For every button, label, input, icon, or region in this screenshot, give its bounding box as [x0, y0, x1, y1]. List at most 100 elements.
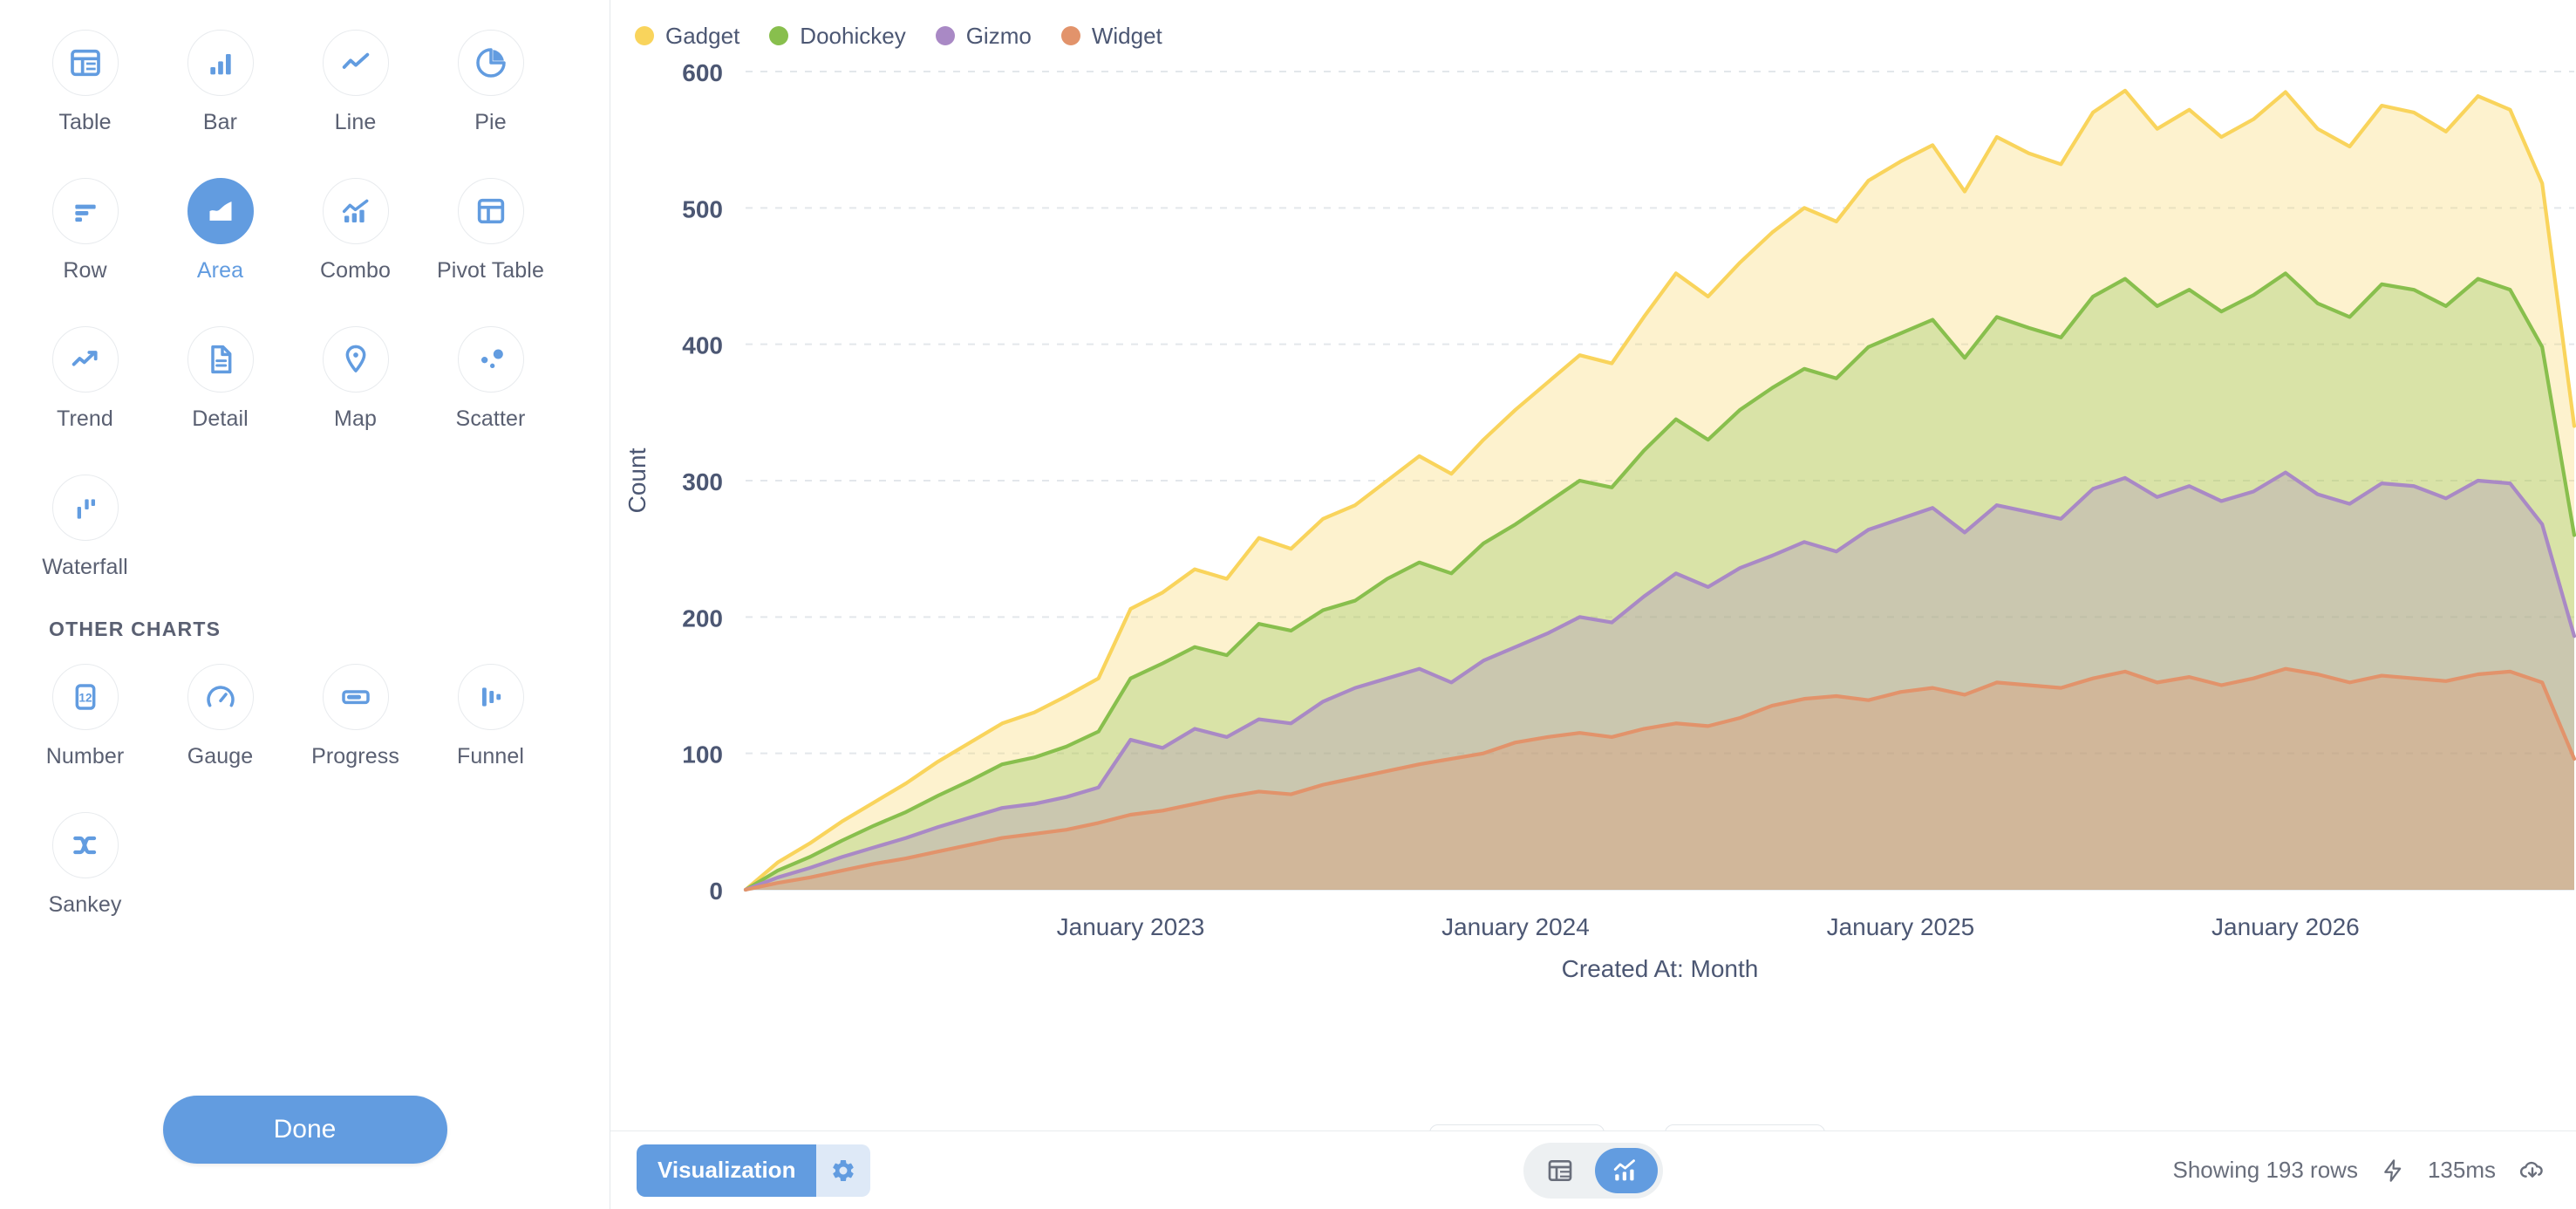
scatter-icon-circle — [458, 326, 524, 393]
pivot-table-icon — [474, 194, 508, 229]
other-chart-label: Number — [46, 744, 125, 769]
line-chart-icon — [338, 45, 373, 80]
y-axis-tick: 500 — [682, 195, 723, 222]
chart-type-label: Pie — [474, 110, 506, 135]
y-axis-tick: 600 — [682, 59, 723, 86]
cloud-download-icon[interactable] — [2518, 1157, 2546, 1185]
visualization-button[interactable]: Visualization — [637, 1144, 816, 1197]
done-button[interactable]: Done — [163, 1096, 447, 1164]
other-chart-funnel[interactable]: Funnel — [423, 650, 558, 798]
legend-label: Widget — [1092, 23, 1162, 50]
chart-type-label: Area — [197, 258, 243, 283]
y-axis-tick: 200 — [682, 604, 723, 632]
map-pin-icon-circle — [323, 326, 389, 393]
chart-panel: Gadget Doohickey Gizmo Widget 0100200300… — [610, 0, 2576, 1209]
chart-type-area[interactable]: Area — [153, 164, 288, 312]
chart-type-label: Trend — [57, 406, 113, 432]
number-icon-circle: 12 — [52, 664, 119, 730]
legend-item[interactable]: Gizmo — [936, 23, 1032, 50]
x-axis-title: Created At: Month — [1562, 955, 1759, 982]
other-chart-progress[interactable]: Progress — [288, 650, 423, 798]
legend-item[interactable]: Gadget — [635, 23, 739, 50]
waterfall-icon — [68, 490, 103, 525]
gauge-icon-circle — [187, 664, 254, 730]
chart-view-toggle[interactable] — [1595, 1148, 1658, 1193]
y-axis-tick: 300 — [682, 468, 723, 495]
bar-chart-icon — [203, 45, 238, 80]
chart-type-row[interactable]: Row — [17, 164, 153, 312]
chart-type-label: Line — [335, 110, 377, 135]
bottom-toolbar: Visualization — [610, 1130, 2576, 1209]
other-chart-label: Gauge — [187, 744, 254, 769]
detail-icon — [203, 342, 238, 377]
query-duration-label: 135ms — [2428, 1157, 2496, 1184]
table-icon-circle — [52, 30, 119, 96]
funnel-icon — [474, 680, 508, 714]
chart-type-pie[interactable]: Pie — [423, 16, 558, 164]
map-pin-icon — [338, 342, 373, 377]
y-axis-tick: 400 — [682, 332, 723, 359]
chart-type-grid: Table Bar Line Pie Row — [0, 0, 610, 609]
y-axis-tick: 100 — [682, 741, 723, 768]
number-icon: 12 — [68, 680, 103, 714]
area-chart-svg[interactable]: 0100200300400500600January 2023January 2… — [610, 52, 2576, 1003]
row-count-label: Showing 193 rows — [2172, 1157, 2357, 1184]
legend-item[interactable]: Widget — [1061, 23, 1162, 50]
chart-type-trend[interactable]: Trend — [17, 312, 153, 461]
visualization-button-group: Visualization — [637, 1144, 870, 1197]
sankey-icon-circle — [52, 812, 119, 878]
scatter-icon — [474, 342, 508, 377]
chart-type-scatter[interactable]: Scatter — [423, 312, 558, 461]
chart-type-label: Detail — [192, 406, 249, 432]
row-chart-icon — [68, 194, 103, 229]
svg-text:12: 12 — [78, 691, 92, 704]
table-view-toggle[interactable] — [1529, 1148, 1591, 1193]
other-charts-heading: OTHER CHARTS — [49, 618, 610, 641]
other-chart-gauge[interactable]: Gauge — [153, 650, 288, 798]
chart-type-label: Pivot Table — [437, 258, 544, 283]
chart-type-label: Bar — [203, 110, 237, 135]
area-chart-icon — [203, 194, 238, 229]
table-icon — [1546, 1157, 1574, 1185]
trend-icon — [68, 342, 103, 377]
funnel-icon-circle — [458, 664, 524, 730]
y-axis-title: Count — [624, 447, 651, 513]
chart-type-map[interactable]: Map — [288, 312, 423, 461]
waterfall-icon-circle — [52, 475, 119, 541]
sankey-icon — [68, 828, 103, 863]
chart-type-line[interactable]: Line — [288, 16, 423, 164]
result-view-toggle — [1523, 1143, 1663, 1199]
chart-type-combo[interactable]: Combo — [288, 164, 423, 312]
bar-chart-icon-circle — [187, 30, 254, 96]
query-status: Showing 193 rows 135ms — [2172, 1157, 2576, 1185]
lightning-bolt-icon — [2381, 1158, 2405, 1183]
combo-chart-icon — [1612, 1156, 1641, 1185]
chart-type-detail[interactable]: Detail — [153, 312, 288, 461]
chart-type-waterfall[interactable]: Waterfall — [17, 461, 153, 609]
legend-item[interactable]: Doohickey — [769, 23, 905, 50]
legend-label: Gizmo — [966, 23, 1032, 50]
pivot-table-icon-circle — [458, 178, 524, 244]
other-chart-sankey[interactable]: Sankey — [17, 798, 153, 946]
progress-icon — [338, 680, 373, 714]
area-chart[interactable]: 0100200300400500600January 2023January 2… — [610, 52, 2576, 1104]
done-button-container: Done — [0, 1096, 610, 1164]
legend-color-dot — [769, 26, 788, 45]
legend-color-dot — [936, 26, 955, 45]
chart-type-bar[interactable]: Bar — [153, 16, 288, 164]
detail-icon-circle — [187, 326, 254, 393]
legend-color-dot — [635, 26, 654, 45]
gauge-icon — [203, 680, 238, 714]
other-chart-label: Sankey — [49, 892, 122, 918]
chart-type-pivot-table[interactable]: Pivot Table — [423, 164, 558, 312]
row-chart-icon-circle — [52, 178, 119, 244]
progress-icon-circle — [323, 664, 389, 730]
other-chart-number[interactable]: 12 Number — [17, 650, 153, 798]
x-axis-tick: January 2023 — [1057, 913, 1205, 940]
x-axis-tick: January 2026 — [2211, 913, 2360, 940]
other-chart-label: Funnel — [457, 744, 524, 769]
visualization-settings-button[interactable] — [816, 1144, 870, 1197]
chart-type-table[interactable]: Table — [17, 16, 153, 164]
x-axis-tick: January 2024 — [1441, 913, 1590, 940]
visualization-sidebar: Table Bar Line Pie Row — [0, 0, 610, 1209]
